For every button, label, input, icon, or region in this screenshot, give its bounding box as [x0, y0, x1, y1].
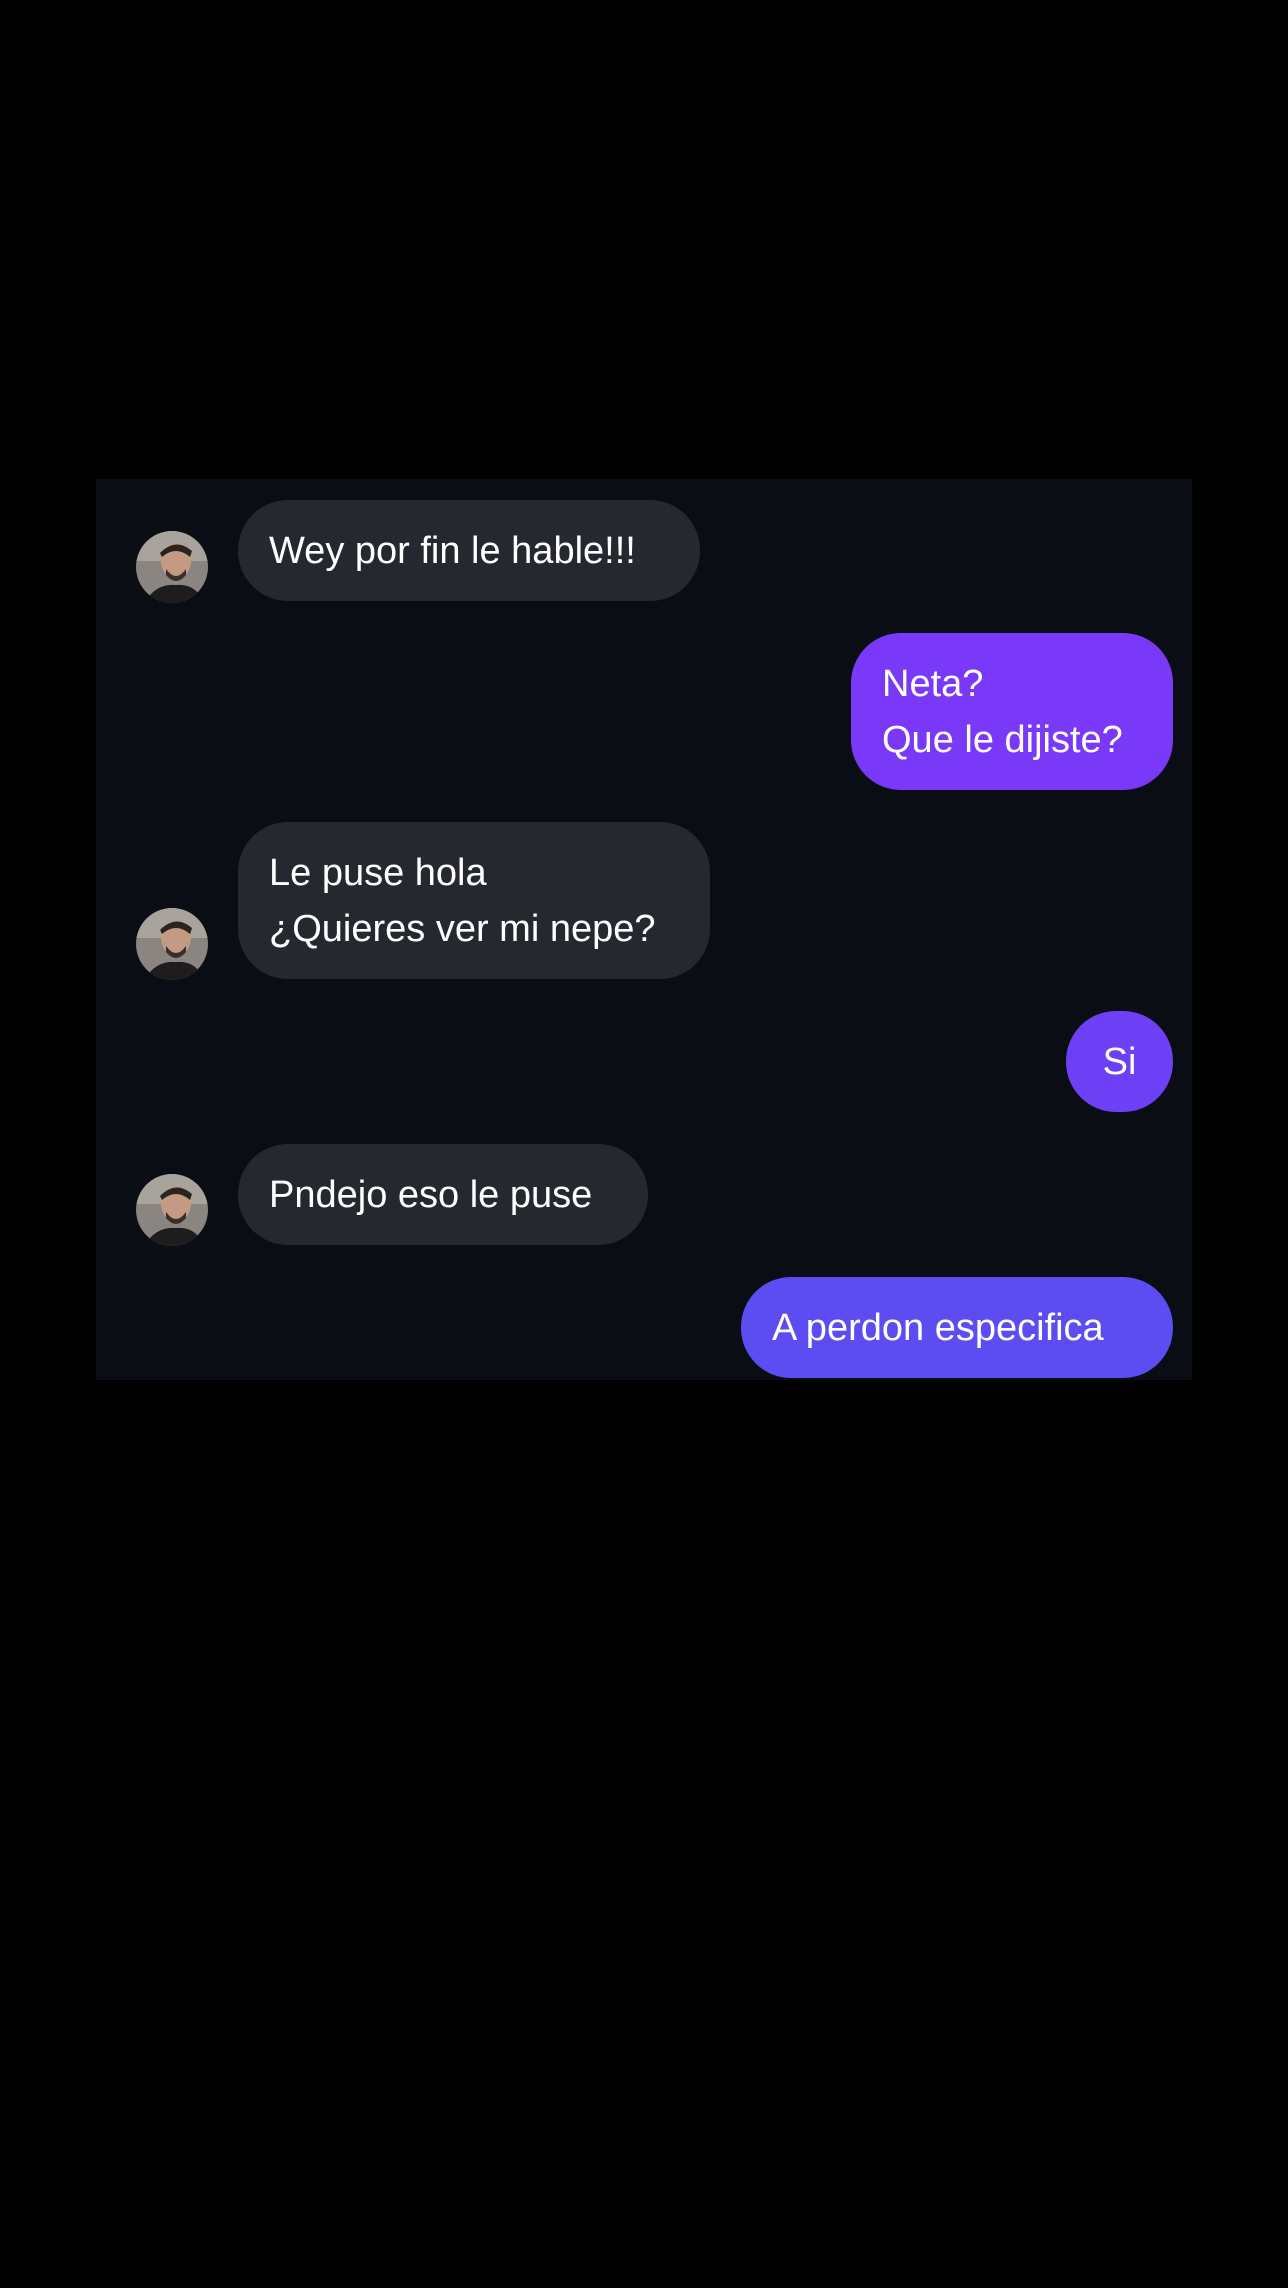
- incoming-message-bubble[interactable]: Pndejo eso le puse: [238, 1144, 648, 1245]
- contact-avatar[interactable]: [136, 908, 208, 980]
- outgoing-message-bubble[interactable]: A perdon especifica: [741, 1277, 1173, 1378]
- incoming-message-bubble[interactable]: Le puse hola ¿Quieres ver mi nepe?: [238, 822, 710, 979]
- chat-screenshot: Wey por fin le hable!!! Neta? Que le dij…: [96, 479, 1192, 1380]
- outgoing-message-bubble[interactable]: Neta? Que le dijiste?: [851, 633, 1173, 790]
- incoming-message-bubble[interactable]: Wey por fin le hable!!!: [238, 500, 700, 601]
- contact-avatar[interactable]: [136, 531, 208, 603]
- contact-avatar[interactable]: [136, 1174, 208, 1246]
- outgoing-message-bubble[interactable]: Si: [1066, 1011, 1173, 1112]
